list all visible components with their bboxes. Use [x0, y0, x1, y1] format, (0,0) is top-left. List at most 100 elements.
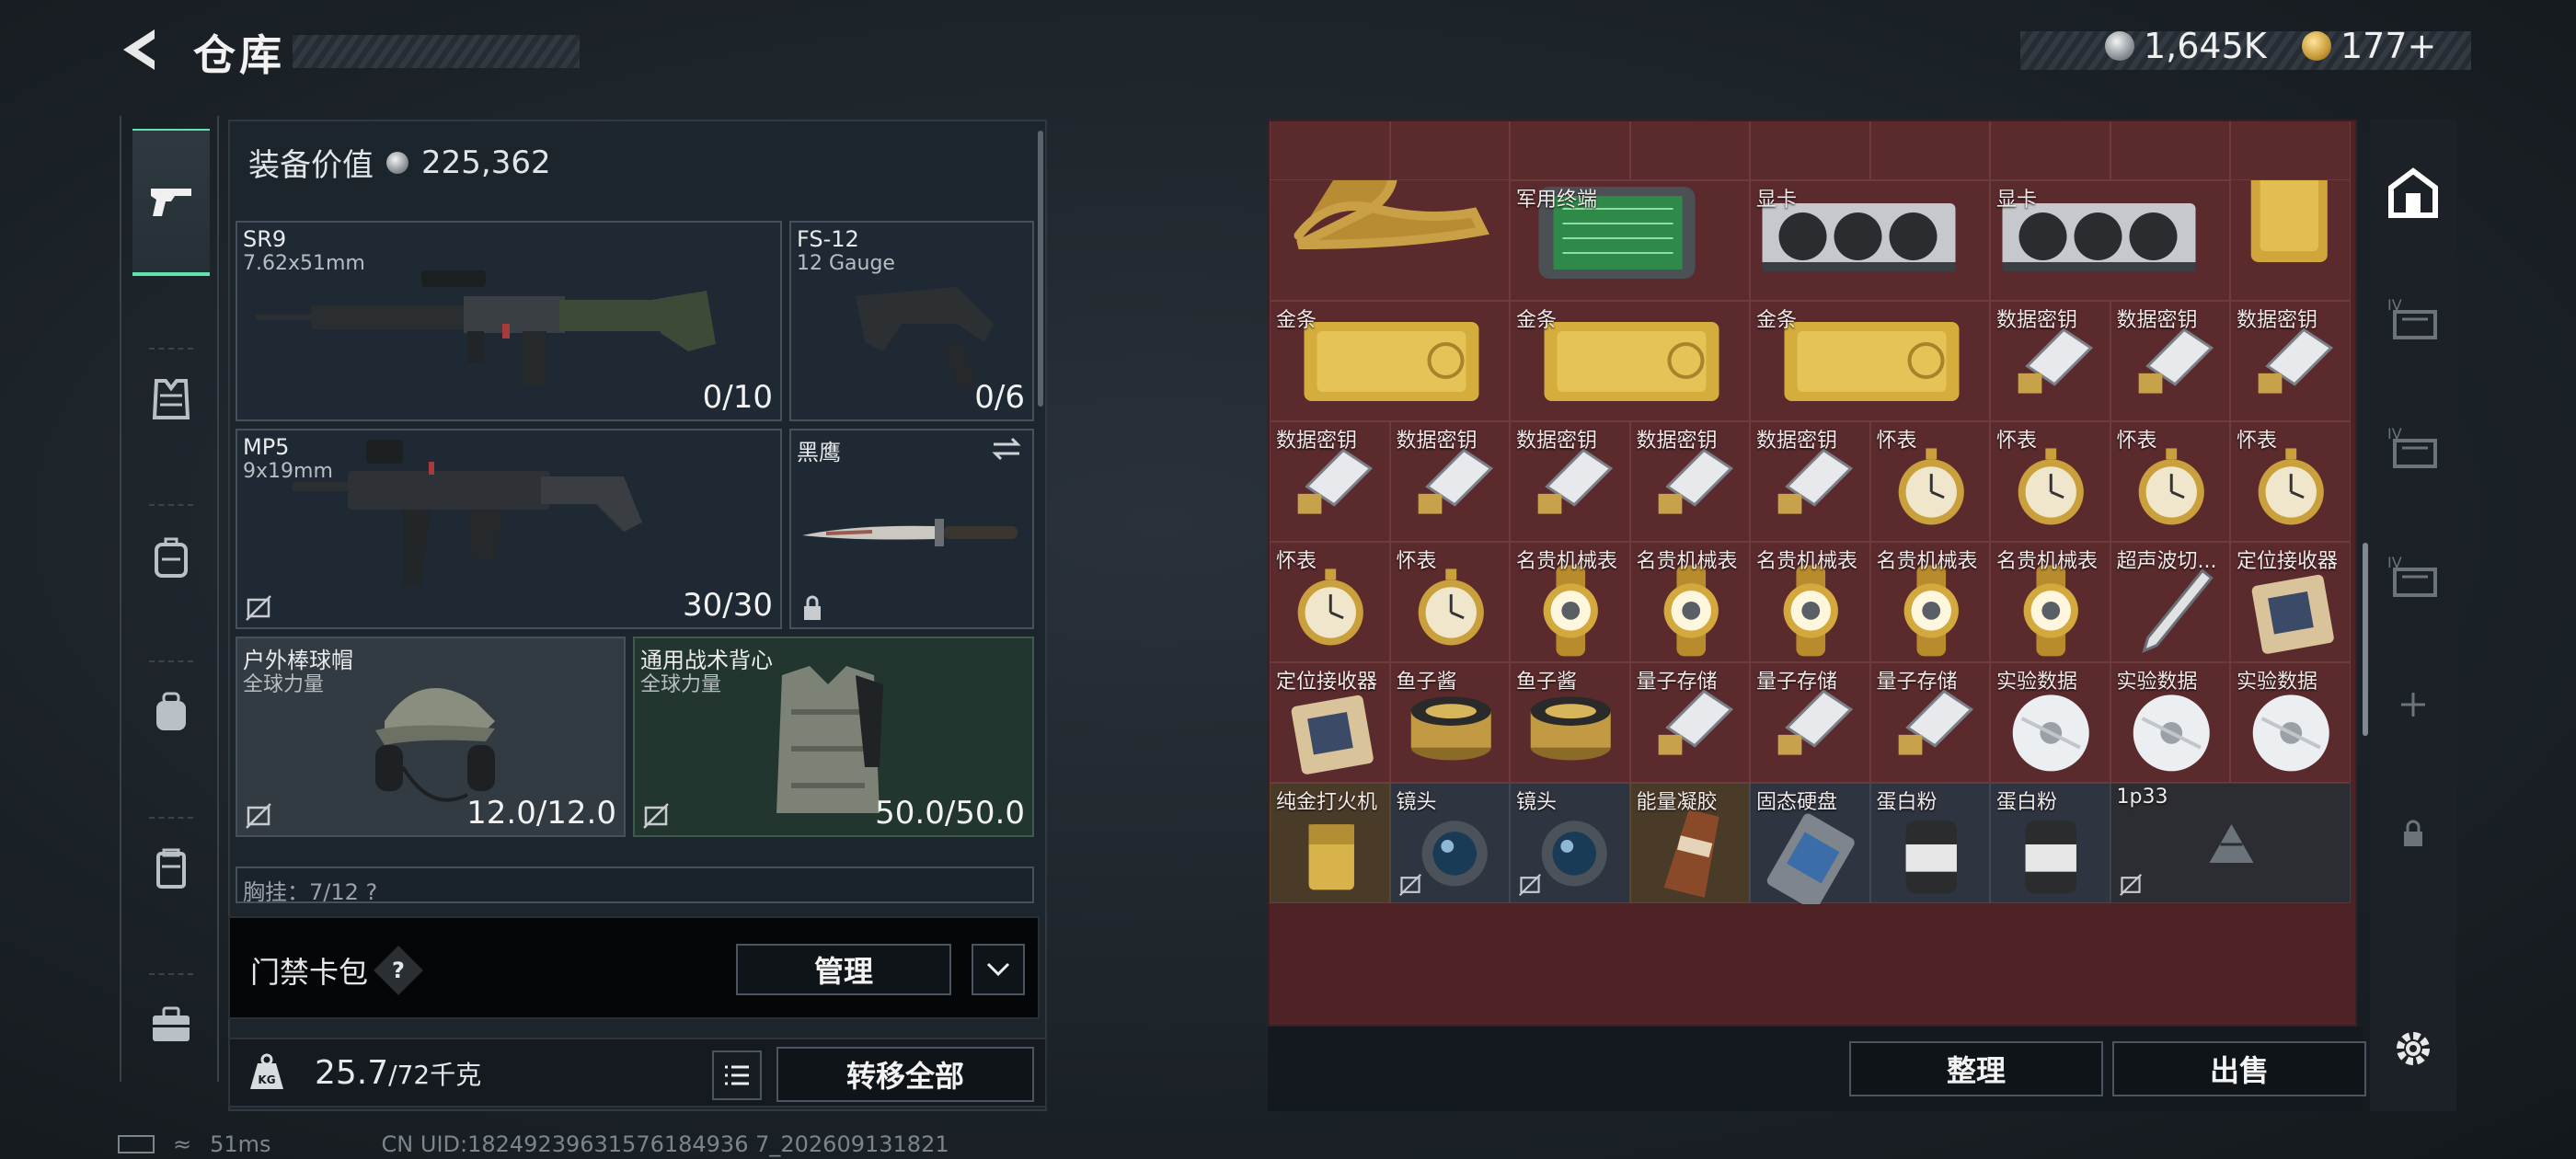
stash-item[interactable]: 怀表	[1869, 421, 1990, 542]
stash-item[interactable]: 显卡	[1990, 180, 2230, 301]
stash-item-label: 数据密钥	[1996, 309, 2078, 332]
gold-currency[interactable]: 177+	[2302, 26, 2436, 66]
ammo-count: 30/30	[683, 587, 773, 624]
stash-item[interactable]: 量子存储	[1629, 662, 1750, 783]
stash-item[interactable]: 金条	[1270, 301, 1510, 421]
list-view-button[interactable]	[712, 1050, 762, 1100]
sr9-rifle-image	[256, 270, 716, 386]
nav-backpack[interactable]	[134, 521, 208, 594]
stash-item-label: 定位接收器	[2237, 550, 2339, 573]
stash-item[interactable]: 定位接收器	[2230, 542, 2351, 662]
stash-item-label: 纯金打火机	[1276, 791, 1378, 814]
slot-sidearm[interactable]: MP5 9x19mm 30/30	[236, 429, 782, 629]
stash-tab-4a[interactable]: IV	[2370, 263, 2456, 373]
stash-item[interactable]: 数据密钥	[1510, 421, 1630, 542]
stash-item[interactable]: 怀表	[2110, 421, 2230, 542]
stash-item[interactable]: 实验数据	[2230, 662, 2351, 783]
stash-item[interactable]: 量子存储	[1869, 662, 1990, 783]
stash-item-partial[interactable]	[1510, 121, 1630, 180]
stash-scrollbar[interactable]	[2363, 543, 2368, 736]
stash-item[interactable]: 数据密钥	[1389, 421, 1510, 542]
slot-secondary-weapon[interactable]: FS-12 12 Gauge 0/6	[789, 221, 1034, 421]
settings-button[interactable]	[2370, 993, 2456, 1104]
equipment-scrollbar[interactable]	[1038, 131, 1043, 407]
stash-item[interactable]: 怀表	[1990, 421, 2110, 542]
stash-item[interactable]: 蛋白粉	[1990, 783, 2110, 903]
stash-item[interactable]: 金条	[1510, 301, 1750, 421]
equipment-value-amount: 225,362	[421, 143, 551, 181]
stash-item-partial[interactable]	[1869, 121, 1990, 180]
stash-item[interactable]: 数据密钥	[1629, 421, 1750, 542]
stash-item[interactable]: 1p33	[2110, 783, 2351, 903]
manage-button[interactable]: 管理	[736, 944, 951, 995]
nav-weapons[interactable]	[132, 129, 210, 276]
stash-item[interactable]: 蛋白粉	[1869, 783, 1990, 903]
silver-currency[interactable]: 1,645K	[2105, 26, 2267, 66]
stash-item-partial[interactable]	[1270, 121, 1390, 180]
stash-item-partial[interactable]	[1389, 121, 1510, 180]
stash-item[interactable]: 名贵机械表	[1510, 542, 1630, 662]
stash-item[interactable]: 名贵机械表	[1750, 542, 1870, 662]
stash-item[interactable]: 怀表	[2230, 421, 2351, 542]
stash-item[interactable]: 名贵机械表	[1629, 542, 1750, 662]
stash-item[interactable]: 数据密钥	[1990, 301, 2110, 421]
stash-item[interactable]: 能量凝胶	[1629, 783, 1750, 903]
nav-case[interactable]	[134, 832, 208, 905]
expand-button[interactable]	[972, 944, 1025, 995]
slot-helmet[interactable]: 户外棒球帽 全球力量 12.0/12.0	[236, 637, 626, 837]
nav-armor[interactable]	[134, 362, 208, 436]
locked-stash-button[interactable]	[2370, 778, 2456, 889]
stash-item[interactable]: 纯金打火机	[1270, 783, 1390, 903]
slot-armor[interactable]: 通用战术背心 全球力量 50.0/50.0	[633, 637, 1034, 837]
stash-item[interactable]: 数据密钥	[2110, 301, 2230, 421]
stash-item[interactable]: 实验数据	[2110, 662, 2230, 783]
sell-button[interactable]: 出售	[2112, 1041, 2366, 1096]
sort-button[interactable]: 整理	[1849, 1041, 2103, 1096]
stash-item[interactable]: 定位接收器	[1270, 662, 1390, 783]
stash-item[interactable]: 名贵机械表	[1990, 542, 2110, 662]
add-stash-button[interactable]	[2370, 649, 2456, 760]
stash-item[interactable]: 固态硬盘	[1750, 783, 1870, 904]
stash-item[interactable]: 数据密钥	[1270, 421, 1390, 542]
nav-toolbox[interactable]	[134, 988, 208, 1061]
stash-item[interactable]: 金条	[1750, 301, 1990, 421]
stash-item-label: 镜头	[1516, 791, 1558, 814]
stash-item-label: 量子存储	[1756, 671, 1838, 694]
nav-bag[interactable]	[134, 675, 208, 749]
slot-primary-weapon[interactable]: SR9 7.62x51mm 0/10	[236, 221, 782, 421]
stash-item[interactable]: 显卡	[1750, 180, 1990, 301]
svg-text:KG: KG	[258, 1073, 275, 1086]
stash-item[interactable]: 军用终端	[1510, 180, 1750, 301]
stash-item[interactable]: 超声波切...	[2110, 542, 2230, 662]
stash-tab-4b[interactable]: IV	[2370, 392, 2456, 502]
stash-item[interactable]: 量子存储	[1750, 662, 1870, 783]
stash-item[interactable]: 数据密钥	[2230, 301, 2351, 421]
stash-item[interactable]: 鱼子酱	[1389, 662, 1510, 783]
stash-item-label: 镜头	[1396, 791, 1437, 814]
stash-item[interactable]: 名贵机械表	[1869, 542, 1990, 662]
stash-tab-main[interactable]	[2370, 138, 2456, 248]
slot-melee[interactable]: 黑鹰	[789, 429, 1034, 629]
help-icon[interactable]: ?	[374, 946, 423, 995]
stash-item[interactable]: 鱼子酱	[1510, 662, 1630, 783]
stash-item-partial[interactable]	[1629, 121, 1750, 180]
title-decor	[293, 35, 580, 68]
ammo-count: 0/6	[974, 379, 1025, 416]
stash-item[interactable]: 怀表	[1270, 542, 1390, 662]
slot-chest-rig[interactable]: 胸挂：7/12 ?	[236, 866, 1034, 903]
stash-item-partial[interactable]	[1990, 121, 2110, 180]
stash-item-partial[interactable]	[2110, 121, 2230, 180]
stash-item-partial[interactable]	[2230, 121, 2351, 180]
stash-item[interactable]: 镜头	[1510, 783, 1630, 903]
stash-item[interactable]: 镜头	[1389, 783, 1510, 903]
stash-item-label: 金条	[1756, 309, 1798, 332]
stash-item[interactable]: 怀表	[1389, 542, 1510, 662]
transfer-all-button[interactable]: 转移全部	[776, 1047, 1034, 1102]
battery-icon	[118, 1135, 155, 1153]
stash-item[interactable]: 数据密钥	[1750, 421, 1870, 542]
back-arrow-icon[interactable]	[118, 26, 162, 74]
stash-tab-4c[interactable]: IV	[2370, 521, 2456, 631]
stash-item[interactable]: 实验数据	[1990, 662, 2110, 783]
lock-icon	[804, 595, 821, 620]
stash-item-partial[interactable]	[1750, 121, 1870, 180]
